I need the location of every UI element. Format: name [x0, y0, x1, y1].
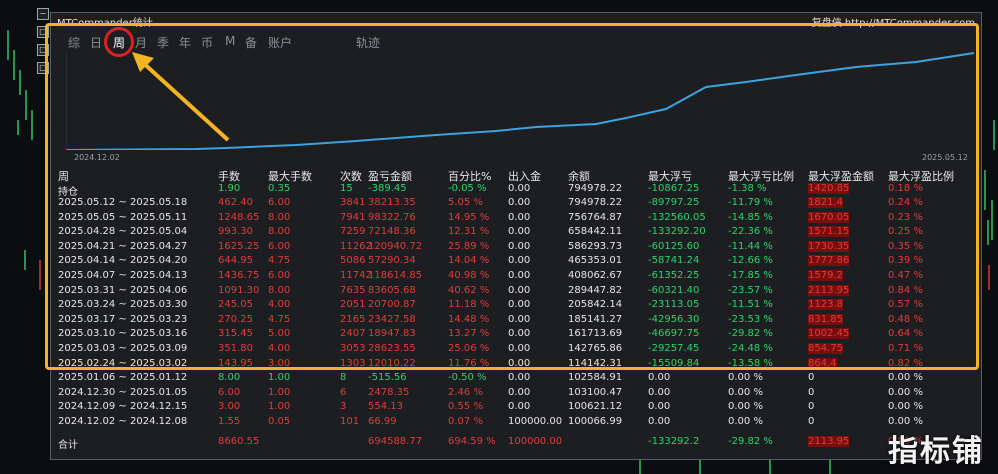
cell-pnl: 554.13 — [368, 401, 403, 413]
total-pnl: 694588.77 — [368, 436, 423, 447]
cell-week: 2025.01.06 ~ 2025.01.12 — [58, 372, 188, 384]
cell-lots: 8.00 — [218, 372, 241, 384]
cell-max-gain: 0 — [808, 416, 815, 427]
cell-flow: 0.00 — [508, 372, 531, 384]
cell-pnl: 2478.35 — [368, 386, 410, 398]
cell-max-lots: 1.00 — [268, 401, 291, 413]
cell-max-gain: 0 — [808, 386, 815, 398]
cell-max-gain-pct: 0.00 % — [888, 372, 923, 384]
cell-lots: 1.55 — [218, 416, 241, 427]
cell-max-loss-pct: 0.00 % — [728, 401, 763, 413]
cell-balance: 103100.47 — [568, 386, 623, 398]
cell-max-loss: 0.00 — [648, 416, 671, 427]
cell-max-gain-pct: 0.00 % — [888, 386, 923, 398]
total-max-loss: -133292.2 — [648, 436, 700, 447]
cell-week: 2024.12.02 ~ 2024.12.08 — [58, 416, 188, 427]
cell-max-lots: 1.00 — [268, 386, 291, 398]
total-label: 合计 — [58, 440, 78, 451]
total-max-gain: 2113.95 — [808, 436, 850, 447]
cell-max-gain: 0 — [808, 401, 815, 413]
cell-pct: 0.55 % — [448, 401, 483, 413]
total-flow: 100000.00 — [508, 436, 563, 447]
cell-lots: 3.00 — [218, 401, 241, 413]
cell-max-lots: 1.00 — [268, 372, 291, 384]
cell-week: 2024.12.30 ~ 2025.01.05 — [58, 386, 188, 398]
cell-max-loss-pct: 0.00 % — [728, 372, 763, 384]
cell-pct: 0.07 % — [448, 416, 483, 427]
cell-max-loss: 0.00 — [648, 372, 671, 384]
watermark-logo: 指标铺 — [888, 434, 984, 469]
cell-flow: 0.00 — [508, 386, 531, 398]
cell-pct: -0.50 % — [448, 372, 487, 384]
cell-max-lots: 0.05 — [268, 416, 291, 427]
highlight-box — [45, 23, 979, 370]
total-max-loss-pct: -29.82 % — [728, 436, 773, 447]
cell-max-loss-pct: 0.00 % — [728, 386, 763, 398]
cell-balance: 100621.12 — [568, 401, 623, 413]
cell-count: 8 — [340, 372, 347, 384]
cell-max-loss: 0.00 — [648, 401, 671, 413]
cell-count: 3 — [340, 401, 347, 413]
cell-max-gain: 0 — [808, 372, 815, 384]
cell-lots: 6.00 — [218, 386, 241, 398]
cell-count: 6 — [340, 386, 347, 398]
cell-pnl: -515.56 — [368, 372, 407, 384]
cell-pnl: 66.99 — [368, 416, 397, 427]
cell-max-gain-pct: 0.00 % — [888, 401, 923, 413]
total-pct: 694.59 % — [448, 436, 496, 447]
cell-balance: 100066.99 — [568, 416, 623, 427]
cell-max-loss-pct: 0.00 % — [728, 416, 763, 427]
cell-pct: 2.46 % — [448, 386, 483, 398]
cell-week: 2024.12.09 ~ 2024.12.15 — [58, 401, 188, 413]
minimize-button[interactable]: − — [37, 8, 49, 20]
cell-balance: 102584.91 — [568, 372, 623, 384]
cell-flow: 0.00 — [508, 401, 531, 413]
total-lots: 8660.55 — [218, 436, 260, 447]
cell-count: 101 — [340, 416, 360, 427]
cell-flow: 100000.00 — [508, 416, 563, 427]
cell-max-loss: 0.00 — [648, 386, 671, 398]
